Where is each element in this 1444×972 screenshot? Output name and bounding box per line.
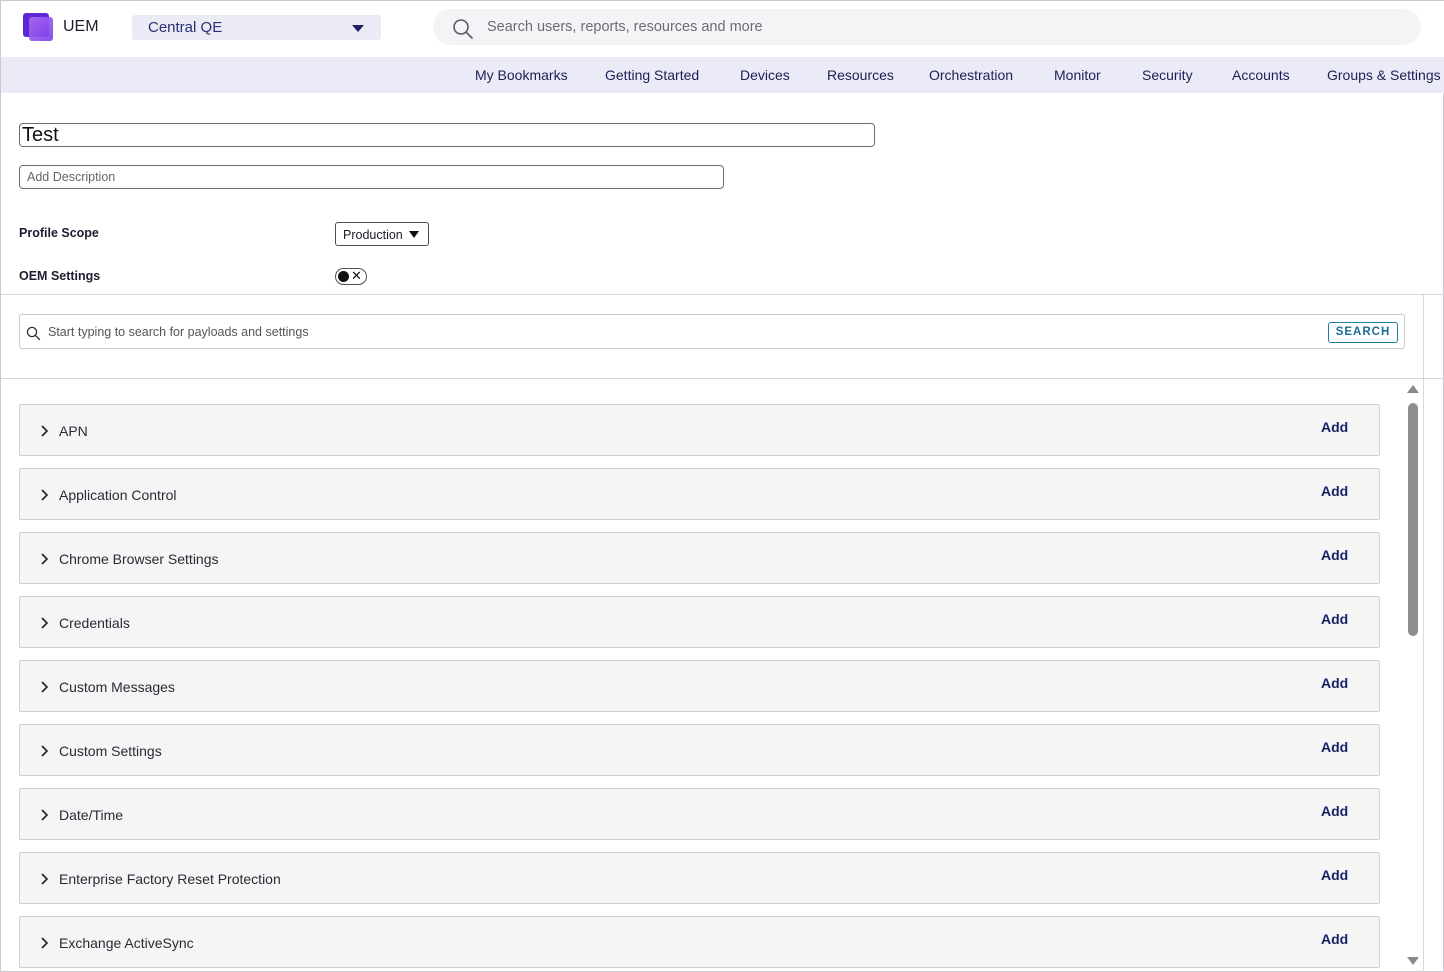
search-button[interactable]: SEARCH — [1328, 322, 1398, 343]
nav-item-groups-settings[interactable]: Groups & Settings — [1327, 67, 1441, 83]
payload-name: Enterprise Factory Reset Protection — [59, 871, 281, 887]
profile-scope-label: Profile Scope — [19, 226, 99, 240]
scroll-up-arrow-icon[interactable] — [1407, 385, 1419, 393]
app-title: UEM — [63, 18, 99, 35]
top-header: UEM Central QE — [1, 1, 1444, 57]
add-payload-button[interactable]: Add — [1321, 483, 1348, 499]
payload-name: Custom Settings — [59, 743, 162, 759]
add-payload-button[interactable]: Add — [1321, 675, 1348, 691]
payload-search-bar: SEARCH — [19, 314, 1405, 349]
payload-row-application-control[interactable]: Application Control Add — [19, 468, 1380, 520]
search-icon — [26, 326, 41, 341]
chevron-right-icon[interactable] — [39, 488, 51, 502]
add-payload-button[interactable]: Add — [1321, 611, 1348, 627]
payload-name: Application Control — [59, 487, 177, 503]
payload-row-date-time[interactable]: Date/Time Add — [19, 788, 1380, 840]
payload-row-enterprise-factory-reset-protection[interactable]: Enterprise Factory Reset Protection Add — [19, 852, 1380, 904]
payload-name: Custom Messages — [59, 679, 175, 695]
global-search-input[interactable] — [487, 17, 1387, 37]
oem-settings-toggle[interactable]: ✕ — [335, 268, 367, 285]
nav-item-accounts[interactable]: Accounts — [1232, 67, 1290, 83]
main-nav: My Bookmarks Getting Started Devices Res… — [1, 57, 1444, 93]
profile-scope-select[interactable]: Production — [335, 222, 429, 246]
add-payload-button[interactable]: Add — [1321, 931, 1348, 947]
search-icon — [453, 19, 473, 39]
payload-row-exchange-activesync[interactable]: Exchange ActiveSync Add — [19, 916, 1380, 968]
section-divider — [1, 294, 1444, 295]
chevron-right-icon[interactable] — [39, 936, 51, 950]
payload-name: Credentials — [59, 615, 130, 631]
payload-name: Date/Time — [59, 807, 124, 823]
org-selector[interactable]: Central QE — [132, 15, 381, 40]
close-icon: ✕ — [351, 268, 362, 283]
payload-search-input[interactable] — [48, 323, 1298, 341]
oem-settings-label: OEM Settings — [19, 269, 101, 283]
payload-row-chrome-browser-settings[interactable]: Chrome Browser Settings Add — [19, 532, 1380, 584]
add-payload-button[interactable]: Add — [1321, 419, 1348, 435]
global-search-bar[interactable] — [433, 9, 1421, 45]
app-window: UEM Central QE My Bookmarks Getting Star… — [0, 0, 1444, 972]
chevron-down-icon — [352, 25, 364, 32]
chevron-right-icon[interactable] — [39, 808, 51, 822]
toggle-knob — [338, 271, 349, 282]
add-payload-button[interactable]: Add — [1321, 803, 1348, 819]
chevron-right-icon[interactable] — [39, 424, 51, 438]
nav-item-getting-started[interactable]: Getting Started — [605, 67, 699, 83]
payload-name: Exchange ActiveSync — [59, 935, 194, 951]
caret-down-icon — [409, 231, 419, 238]
section-divider — [1, 378, 1444, 379]
payload-row-credentials[interactable]: Credentials Add — [19, 596, 1380, 648]
payload-list-scrollbar[interactable] — [1405, 381, 1421, 971]
chevron-right-icon[interactable] — [39, 616, 51, 630]
add-payload-button[interactable]: Add — [1321, 867, 1348, 883]
nav-item-monitor[interactable]: Monitor — [1054, 67, 1101, 83]
payload-name: Chrome Browser Settings — [59, 551, 219, 567]
add-payload-button[interactable]: Add — [1321, 547, 1348, 563]
scroll-down-arrow-icon[interactable] — [1407, 957, 1419, 965]
chevron-right-icon[interactable] — [39, 680, 51, 694]
profile-scope-value: Production — [343, 228, 403, 242]
nav-item-devices[interactable]: Devices — [740, 67, 790, 83]
nav-item-resources[interactable]: Resources — [827, 67, 894, 83]
add-payload-button[interactable]: Add — [1321, 739, 1348, 755]
payload-row-apn[interactable]: APN Add — [19, 404, 1380, 456]
payload-name: APN — [59, 423, 88, 439]
chevron-right-icon[interactable] — [39, 744, 51, 758]
nav-item-orchestration[interactable]: Orchestration — [929, 67, 1013, 83]
profile-name-field[interactable] — [19, 123, 875, 147]
payload-row-custom-settings[interactable]: Custom Settings Add — [19, 724, 1380, 776]
scrollbar-thumb[interactable] — [1408, 403, 1418, 636]
org-selector-label: Central QE — [148, 19, 223, 36]
profile-description-field[interactable] — [19, 165, 724, 189]
payload-list: APN Add Application Control Add Chrome B… — [1, 380, 1444, 972]
payload-row-custom-messages[interactable]: Custom Messages Add — [19, 660, 1380, 712]
uem-logo-icon[interactable] — [23, 13, 55, 41]
chevron-right-icon[interactable] — [39, 872, 51, 886]
nav-item-security[interactable]: Security — [1142, 67, 1193, 83]
chevron-right-icon[interactable] — [39, 552, 51, 566]
nav-item-my-bookmarks[interactable]: My Bookmarks — [475, 67, 568, 83]
